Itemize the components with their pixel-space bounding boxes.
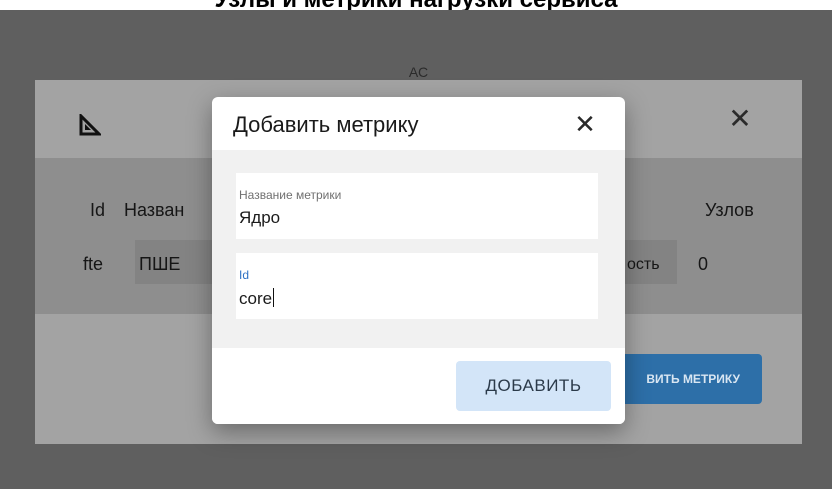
background-close-icon[interactable]: ✕ bbox=[723, 102, 757, 136]
background-dialog-subtitle: АС bbox=[408, 64, 429, 80]
metric-id-input-wrap[interactable]: core bbox=[239, 288, 275, 309]
metric-name-field[interactable]: Название метрики Ядро bbox=[236, 173, 598, 239]
set-square-icon bbox=[79, 114, 101, 136]
close-icon[interactable]: ✕ bbox=[570, 109, 600, 139]
metric-id-field[interactable]: Id core bbox=[236, 253, 598, 319]
metric-name-input[interactable]: Ядро bbox=[239, 208, 280, 228]
submit-add-button[interactable]: ДОБАВИТЬ bbox=[456, 361, 611, 411]
metric-id-label: Id bbox=[239, 268, 250, 282]
column-header-id: Id bbox=[90, 200, 106, 220]
table-cell-nodes: 0 bbox=[698, 254, 709, 274]
metric-name-label: Название метрики bbox=[239, 188, 342, 202]
column-header-name: Назван bbox=[124, 200, 185, 220]
add-metric-modal: Добавить метрику ✕ Название метрики Ядро… bbox=[212, 97, 625, 424]
modal-header: Добавить метрику ✕ bbox=[212, 97, 625, 150]
table-cell-name[interactable]: ПШЕ bbox=[139, 254, 180, 275]
table-cell-type[interactable]: ость bbox=[627, 256, 660, 274]
metric-id-input[interactable]: core bbox=[239, 289, 272, 308]
modal-body: Название метрики Ядро Id core bbox=[212, 150, 625, 348]
column-header-nodes: Узлов bbox=[705, 200, 754, 220]
text-cursor bbox=[273, 288, 275, 307]
modal-title: Добавить метрику bbox=[233, 112, 419, 137]
modal-footer: ДОБАВИТЬ bbox=[212, 348, 625, 424]
table-cell-id: fte bbox=[83, 254, 104, 274]
